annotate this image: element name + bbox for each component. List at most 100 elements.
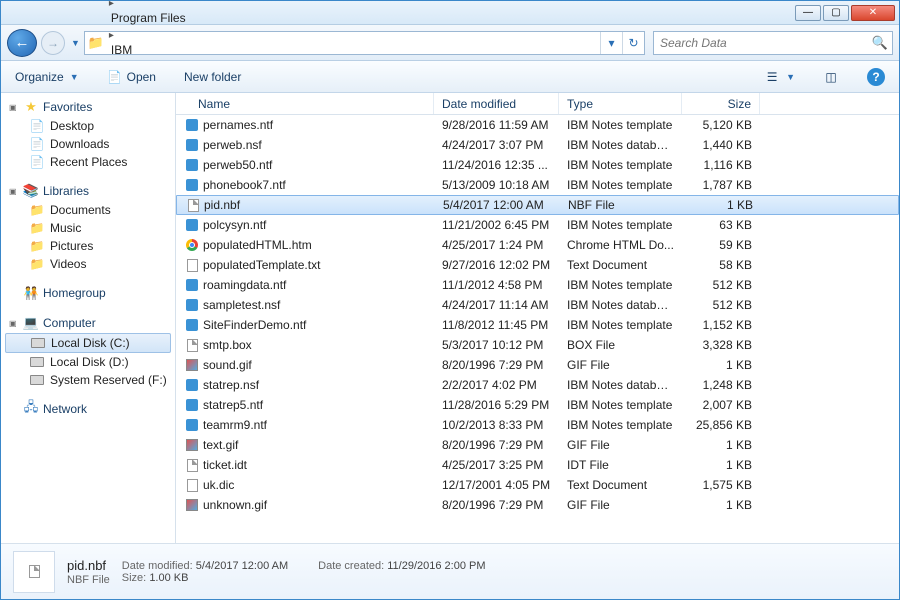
open-button[interactable]: 📄 Open xyxy=(101,66,162,88)
history-dropdown-icon[interactable]: ▼ xyxy=(71,38,80,48)
item-icon: 📁 xyxy=(29,257,45,271)
breadcrumb-item[interactable]: Program Files xyxy=(107,11,194,25)
sidebar-item[interactable]: 📄Desktop xyxy=(1,117,175,135)
explorer-window: — ▢ ✕ ← → ▼ 📁 Computer▸Local Disk (C:)▸P… xyxy=(0,0,900,600)
file-date: 5/4/2017 12:00 AM xyxy=(435,198,560,212)
file-row[interactable]: statrep5.ntf11/28/2016 5:29 PMIBM Notes … xyxy=(176,395,899,415)
sidebar-item[interactable]: Local Disk (C:) xyxy=(5,333,171,353)
file-row[interactable]: roamingdata.ntf11/1/2012 4:58 PMIBM Note… xyxy=(176,275,899,295)
file-type: IBM Notes template xyxy=(559,118,682,132)
file-date: 4/24/2017 11:14 AM xyxy=(434,298,559,312)
sidebar-item[interactable]: Local Disk (D:) xyxy=(1,353,175,371)
file-row[interactable]: ticket.idt4/25/2017 3:25 PMIDT File1 KB xyxy=(176,455,899,475)
file-row[interactable]: perweb.nsf4/24/2017 3:07 PMIBM Notes dat… xyxy=(176,135,899,155)
sidebar-item-label: Documents xyxy=(50,203,111,217)
sidebar-homegroup[interactable]: 🧑‍🤝‍🧑 Homegroup xyxy=(1,283,175,303)
close-button[interactable]: ✕ xyxy=(851,5,895,21)
file-name: pid.nbf xyxy=(204,198,240,212)
help-button[interactable]: ? xyxy=(861,65,891,89)
sidebar-item[interactable]: 📄Recent Places xyxy=(1,153,175,171)
sidebar-libraries[interactable]: ▣ 📚 Libraries xyxy=(1,181,175,201)
sidebar-item[interactable]: 📁Music xyxy=(1,219,175,237)
file-row[interactable]: perweb50.ntf11/24/2016 12:35 ...IBM Note… xyxy=(176,155,899,175)
detail-filetype: NBF File xyxy=(67,574,110,586)
file-name: populatedHTML.htm xyxy=(203,238,312,252)
file-row[interactable]: text.gif8/20/1996 7:29 PMGIF File1 KB xyxy=(176,435,899,455)
file-row[interactable]: pernames.ntf9/28/2016 11:59 AMIBM Notes … xyxy=(176,115,899,135)
sidebar-item[interactable]: 📁Videos xyxy=(1,255,175,273)
file-row[interactable]: smtp.box5/3/2017 10:12 PMBOX File3,328 K… xyxy=(176,335,899,355)
sidebar-item[interactable]: 📁Pictures xyxy=(1,237,175,255)
file-row[interactable]: unknown.gif8/20/1996 7:29 PMGIF File1 KB xyxy=(176,495,899,515)
file-type: IBM Notes database xyxy=(559,298,682,312)
organize-menu[interactable]: Organize ▼ xyxy=(9,67,85,87)
maximize-button[interactable]: ▢ xyxy=(823,5,849,21)
file-date: 11/8/2012 11:45 PM xyxy=(434,318,559,332)
file-type: IBM Notes template xyxy=(559,158,682,172)
minimize-button[interactable]: — xyxy=(795,5,821,21)
detail-created: 11/29/2016 2:00 PM xyxy=(387,560,485,572)
file-row[interactable]: phonebook7.ntf5/13/2009 10:18 AMIBM Note… xyxy=(176,175,899,195)
file-type: GIF File xyxy=(559,498,682,512)
file-row[interactable]: populatedTemplate.txt9/27/2016 12:02 PMT… xyxy=(176,255,899,275)
collapse-icon: ▣ xyxy=(9,319,19,328)
file-row[interactable]: SiteFinderDemo.ntf11/8/2012 11:45 PMIBM … xyxy=(176,315,899,335)
search-input[interactable] xyxy=(654,36,868,50)
file-name: unknown.gif xyxy=(203,498,267,512)
file-icon xyxy=(184,117,200,133)
sidebar-item-label: Desktop xyxy=(50,119,94,133)
file-name: SiteFinderDemo.ntf xyxy=(203,318,306,332)
file-rows[interactable]: pernames.ntf9/28/2016 11:59 AMIBM Notes … xyxy=(176,115,899,543)
address-dropdown-icon[interactable]: ▾ xyxy=(600,32,622,54)
view-options-button[interactable]: ☰ ▼ xyxy=(758,66,801,88)
breadcrumb-item[interactable]: IBM xyxy=(107,43,194,57)
back-button[interactable]: ← xyxy=(7,29,37,57)
file-type: BOX File xyxy=(559,338,682,352)
search-box[interactable]: 🔍 xyxy=(653,31,893,55)
file-row[interactable]: teamrm9.ntf10/2/2013 8:33 PMIBM Notes te… xyxy=(176,415,899,435)
file-date: 11/24/2016 12:35 ... xyxy=(434,158,559,172)
file-size: 1 KB xyxy=(682,358,760,372)
item-icon: 📁 xyxy=(29,221,45,235)
file-type: Chrome HTML Do... xyxy=(559,238,682,252)
column-size[interactable]: Size xyxy=(682,93,760,114)
refresh-button[interactable]: ↻ xyxy=(622,32,644,54)
sidebar-label: Favorites xyxy=(43,100,92,114)
file-row[interactable]: polcysyn.ntf11/21/2002 6:45 PMIBM Notes … xyxy=(176,215,899,235)
body: ▣ ★ Favorites 📄Desktop📄Downloads📄Recent … xyxy=(1,93,899,543)
file-row[interactable]: sampletest.nsf4/24/2017 11:14 AMIBM Note… xyxy=(176,295,899,315)
search-icon[interactable]: 🔍 xyxy=(868,35,892,51)
file-icon xyxy=(184,177,200,193)
column-date[interactable]: Date modified xyxy=(434,93,559,114)
new-folder-button[interactable]: New folder xyxy=(178,67,247,87)
sidebar-network[interactable]: 🖧 Network xyxy=(1,399,175,419)
file-row[interactable]: pid.nbf5/4/2017 12:00 AMNBF File1 KB xyxy=(176,195,899,215)
computer-icon: 💻 xyxy=(23,316,39,330)
column-name[interactable]: Name xyxy=(176,93,434,114)
sidebar: ▣ ★ Favorites 📄Desktop📄Downloads📄Recent … xyxy=(1,93,176,543)
file-row[interactable]: sound.gif8/20/1996 7:29 PMGIF File1 KB xyxy=(176,355,899,375)
file-icon xyxy=(184,237,200,253)
file-date: 4/25/2017 3:25 PM xyxy=(434,458,559,472)
chevron-right-icon[interactable]: ▸ xyxy=(107,0,116,9)
file-row[interactable]: populatedHTML.htm4/25/2017 1:24 PMChrome… xyxy=(176,235,899,255)
file-row[interactable]: uk.dic12/17/2001 4:05 PMText Document1,5… xyxy=(176,475,899,495)
drive-icon xyxy=(30,336,46,350)
file-name: uk.dic xyxy=(203,478,234,492)
file-name: statrep5.ntf xyxy=(203,398,263,412)
file-icon xyxy=(184,357,200,373)
file-row[interactable]: statrep.nsf2/2/2017 4:02 PMIBM Notes dat… xyxy=(176,375,899,395)
sidebar-item[interactable]: System Reserved (F:) xyxy=(1,371,175,389)
sidebar-favorites[interactable]: ▣ ★ Favorites xyxy=(1,97,175,117)
preview-pane-button[interactable]: ◫ xyxy=(817,66,845,88)
chevron-right-icon[interactable]: ▸ xyxy=(107,30,116,41)
forward-button[interactable]: → xyxy=(41,31,65,55)
sidebar-computer[interactable]: ▣ 💻 Computer xyxy=(1,313,175,333)
file-name: polcysyn.ntf xyxy=(203,218,266,232)
sidebar-item[interactable]: 📄Downloads xyxy=(1,135,175,153)
file-icon xyxy=(184,377,200,393)
file-icon xyxy=(184,257,200,273)
sidebar-item[interactable]: 📁Documents xyxy=(1,201,175,219)
column-type[interactable]: Type xyxy=(559,93,682,114)
address-bar[interactable]: 📁 Computer▸Local Disk (C:)▸Program Files… xyxy=(84,31,645,55)
